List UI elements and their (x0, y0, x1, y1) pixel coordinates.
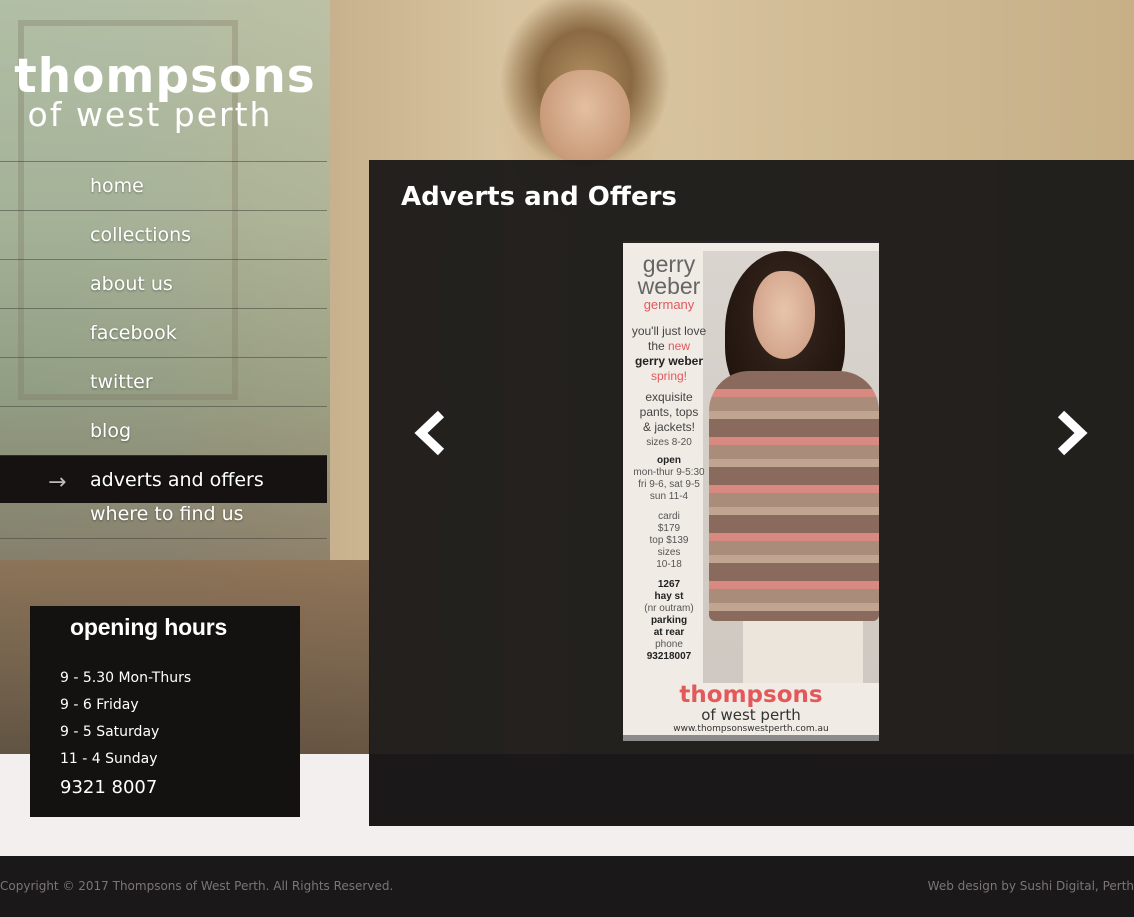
advert-footer: thompsons of west perth www.thompsonswes… (623, 683, 879, 741)
site-logo[interactable]: thompsons of west perth (0, 49, 330, 132)
nav-item-label: about us (90, 273, 173, 295)
nav-item-about-us[interactable]: about us (0, 259, 327, 308)
nav-item-label: adverts and offers (90, 468, 264, 491)
nav-item-label: twitter (90, 371, 153, 393)
copyright-text: Copyright © 2017 Thompsons of West Perth… (0, 879, 394, 893)
nav-item-collections[interactable]: collections (0, 210, 327, 259)
hours-row: 11 - 4 Sunday (60, 751, 158, 767)
advert-model-photo (703, 251, 879, 691)
nav-item-facebook[interactable]: facebook (0, 308, 327, 357)
advert-country: germany (643, 297, 695, 312)
hours-row: 9 - 5 Saturday (60, 724, 160, 740)
nav-item-label: home (90, 175, 144, 197)
main-nav: home collections about us facebook twitt… (0, 161, 327, 539)
logo-line-1: thompsons (14, 49, 316, 104)
opening-hours-box: opening hours 9 - 5.30 Mon-Thurs 9 - 6 F… (30, 606, 300, 817)
chevron-left-icon (414, 410, 445, 456)
nav-item-label: facebook (90, 322, 177, 344)
nav-item-label: collections (90, 224, 192, 246)
nav-item-label: blog (90, 420, 132, 442)
advert-tagline: you'll just love the new gerry weber spr… (631, 324, 707, 434)
carousel-prev-button[interactable] (411, 408, 451, 458)
nav-item-home[interactable]: home (0, 161, 327, 210)
arrow-right-icon: → (48, 470, 67, 495)
content-panel: Adverts and Offers gerry weber germany y… (369, 160, 1134, 826)
page-title: Adverts and Offers (401, 182, 677, 212)
nav-item-adverts-and-offers[interactable]: → adverts and offers (0, 455, 327, 503)
advert-text-column: gerry weber germany you'll just love the… (623, 243, 715, 683)
nav-item-blog[interactable]: blog (0, 406, 327, 455)
nav-item-twitter[interactable]: twitter (0, 357, 327, 406)
panel-lower-band (369, 754, 1134, 826)
advert-brand: gerry (642, 251, 696, 277)
design-credit-link[interactable]: Web design by Sushi Digital, Perth (928, 879, 1134, 893)
nav-item-where-to-find-us[interactable]: where to find us (0, 503, 327, 539)
hours-row: 9 - 5.30 Mon-Thurs (60, 670, 192, 686)
advert-image[interactable]: gerry weber germany you'll just love the… (623, 241, 879, 741)
opening-hours-title: opening hours (70, 614, 228, 640)
model-face-graphic (540, 70, 630, 165)
chevron-right-icon (1057, 410, 1088, 456)
phone-number[interactable]: 9321 8007 (60, 777, 300, 798)
carousel-next-button[interactable] (1051, 408, 1091, 458)
advert-brand: weber (637, 273, 701, 299)
site-footer: Copyright © 2017 Thompsons of West Perth… (0, 856, 1134, 917)
advert-details: sizes 8-20 open mon-thur 9-5:30 fri 9-6,… (633, 437, 705, 662)
hours-row: 9 - 6 Friday (60, 697, 139, 713)
nav-item-label: where to find us (90, 503, 244, 525)
